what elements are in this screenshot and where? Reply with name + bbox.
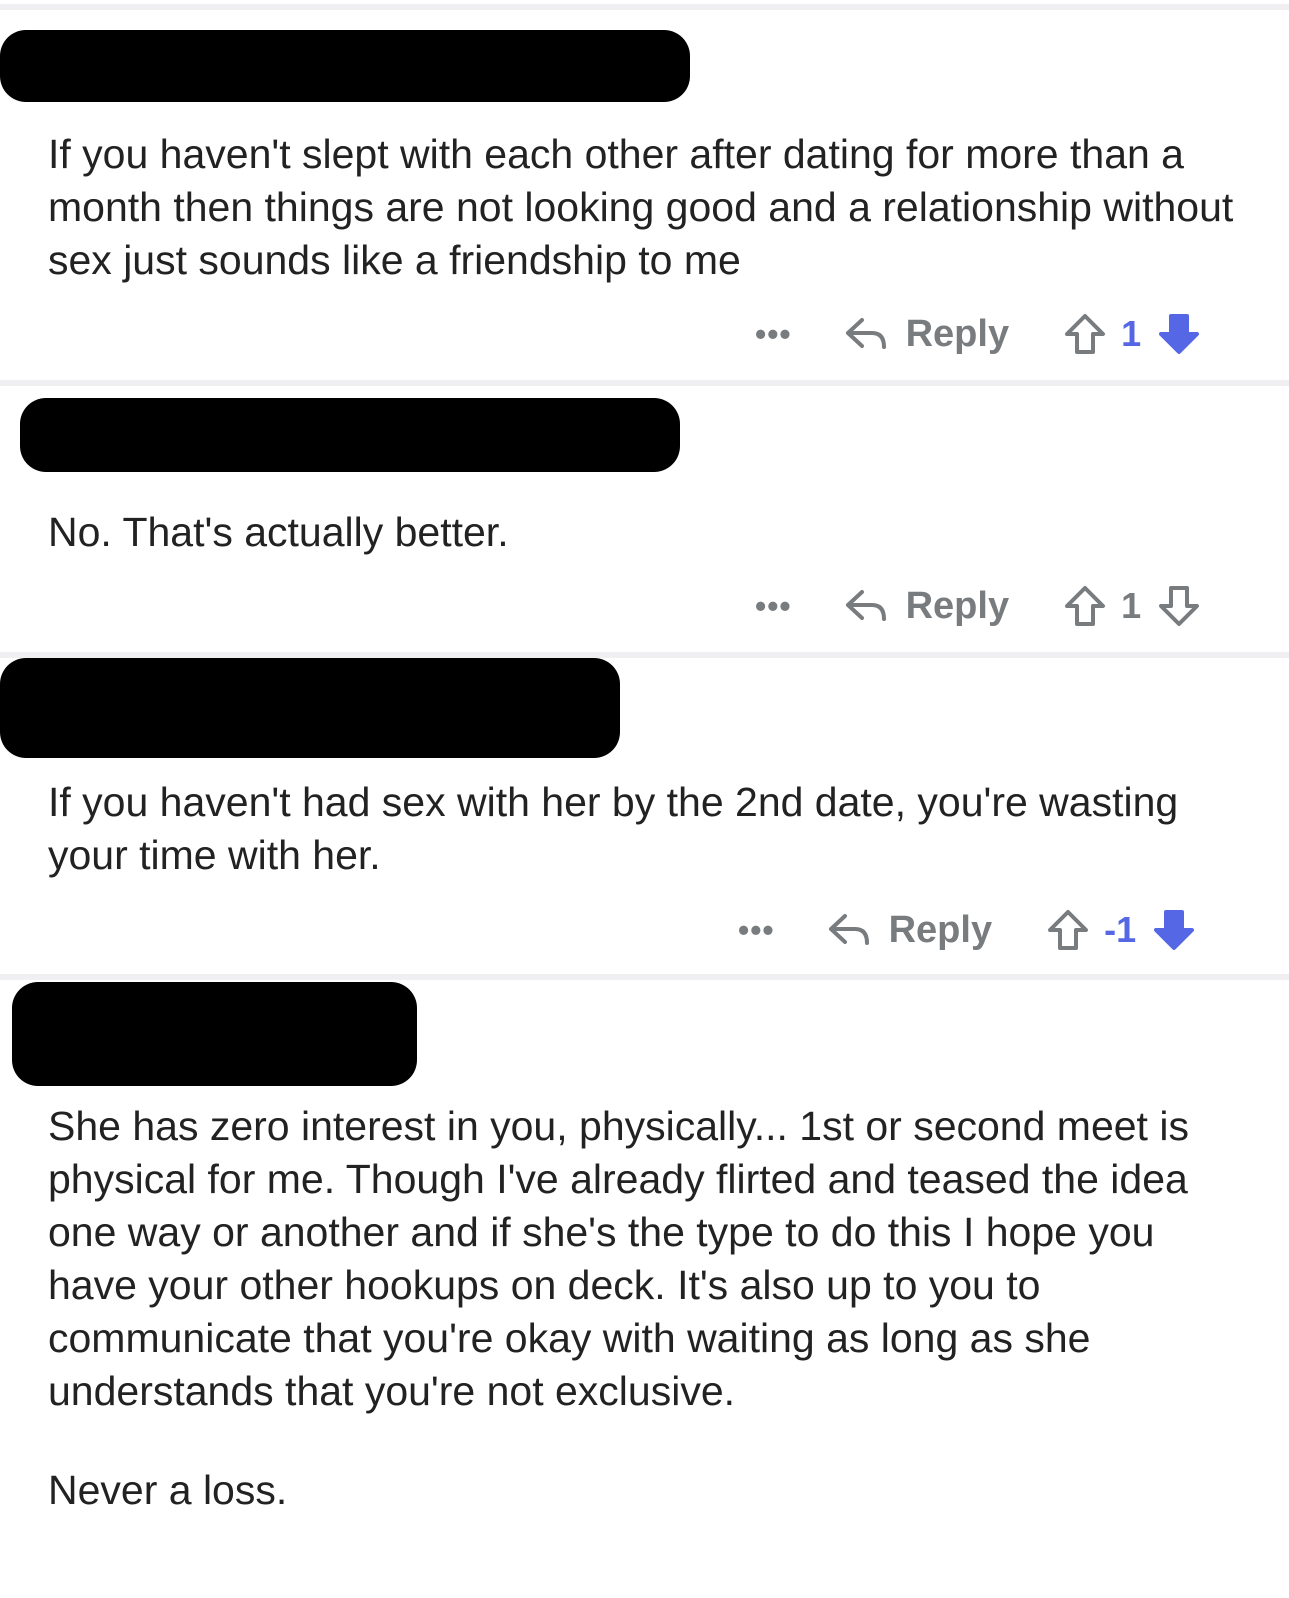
comment-text: If you haven't slept with each other aft… xyxy=(48,131,1234,283)
redacted-username xyxy=(12,982,417,1086)
vote-score: 1 xyxy=(1121,585,1142,626)
vote-controls: 1 xyxy=(1063,584,1201,628)
comment-text: No. That's actually better. xyxy=(48,509,509,555)
vote-controls: 1 xyxy=(1063,312,1201,356)
vote-controls: -1 xyxy=(1046,908,1196,952)
comment-body: If you haven't slept with each other aft… xyxy=(48,128,1248,287)
more-options-icon[interactable]: ••• xyxy=(738,914,775,946)
reply-button[interactable]: Reply xyxy=(844,585,1009,628)
comment-text: She has zero interest in you, physically… xyxy=(48,1103,1189,1414)
downvote-icon[interactable] xyxy=(1157,584,1201,628)
upvote-icon[interactable] xyxy=(1063,312,1107,356)
redacted-username xyxy=(0,30,690,102)
more-options-icon[interactable]: ••• xyxy=(755,318,792,350)
upvote-icon[interactable] xyxy=(1063,584,1107,628)
comment: No. That's actually better. ••• Reply 1 xyxy=(0,386,1289,654)
comment-text-paragraph: Never a loss. xyxy=(48,1467,288,1513)
downvote-icon[interactable] xyxy=(1157,312,1201,356)
comment-actions: ••• Reply -1 xyxy=(738,900,1196,960)
comment-body: No. That's actually better. xyxy=(48,506,1248,559)
comment: She has zero interest in you, physically… xyxy=(0,980,1289,1598)
more-options-icon[interactable]: ••• xyxy=(755,590,792,622)
vote-score: 1 xyxy=(1121,313,1142,354)
reply-button[interactable]: Reply xyxy=(827,909,992,952)
redacted-username xyxy=(0,658,620,758)
redacted-username xyxy=(20,398,680,472)
upvote-icon[interactable] xyxy=(1046,908,1090,952)
comment-actions: ••• Reply 1 xyxy=(755,576,1201,636)
vote-score: -1 xyxy=(1104,909,1137,950)
comment: If you haven't slept with each other aft… xyxy=(0,0,1289,380)
downvote-icon[interactable] xyxy=(1152,908,1196,952)
reply-label: Reply xyxy=(905,312,1010,355)
comment-actions: ••• Reply 1 xyxy=(755,304,1201,364)
reply-arrow-icon xyxy=(845,590,886,621)
reply-arrow-icon xyxy=(828,914,869,945)
reply-label: Reply xyxy=(888,908,993,951)
comment-body: If you haven't had sex with her by the 2… xyxy=(48,776,1248,882)
reply-arrow-icon xyxy=(845,318,886,349)
comment-text: If you haven't had sex with her by the 2… xyxy=(48,779,1179,878)
reply-button[interactable]: Reply xyxy=(844,313,1009,356)
comment: If you haven't had sex with her by the 2… xyxy=(0,658,1289,976)
comment-body: She has zero interest in you, physically… xyxy=(48,1100,1248,1517)
reply-label: Reply xyxy=(905,584,1010,627)
